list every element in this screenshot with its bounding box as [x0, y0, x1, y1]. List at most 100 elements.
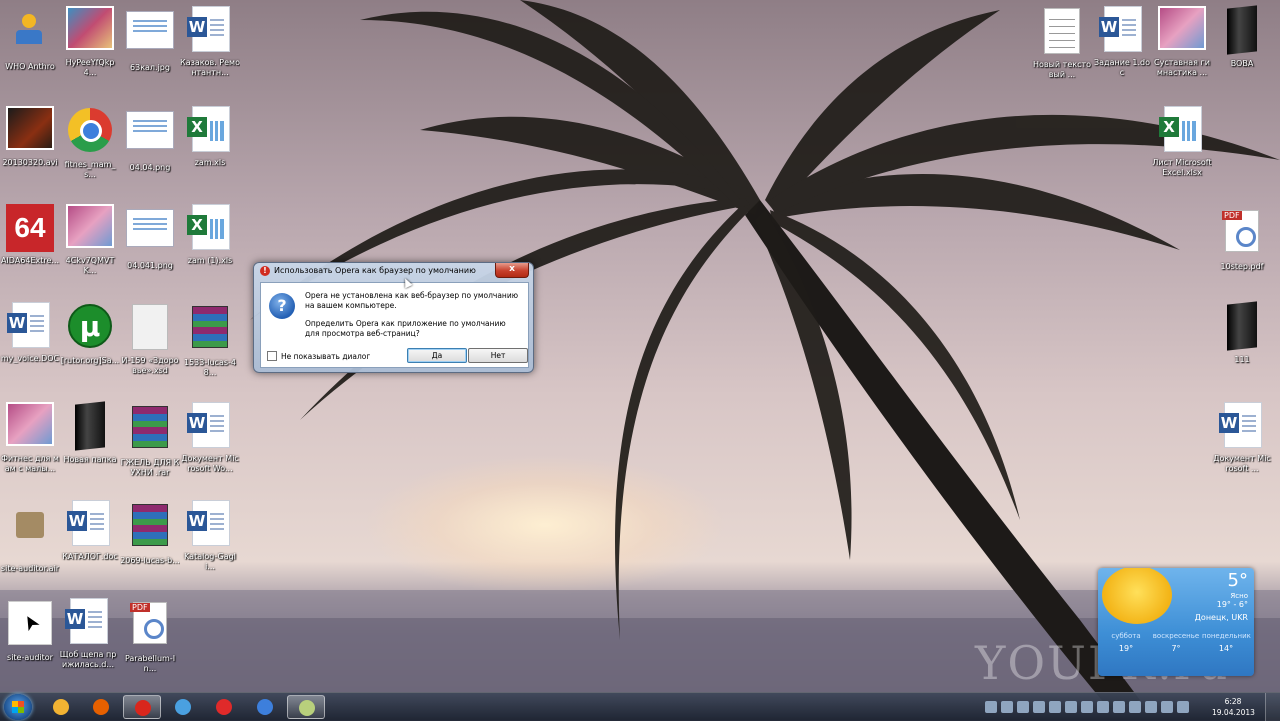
question-icon: ? — [269, 293, 295, 319]
desktop-icon-site-auditor-air[interactable]: site-auditor.air — [0, 500, 60, 574]
icon-label: WHO Anthro — [5, 62, 55, 71]
desktop-icon-katalog-gagli[interactable]: Katalog-Gagli... — [180, 500, 240, 572]
desktop-icon-zam-xls[interactable]: zam.xls — [180, 106, 240, 168]
tray-icon[interactable] — [1065, 701, 1077, 713]
desktop-icon-rutor[interactable]: µ [rutor.org]Sa... — [60, 302, 120, 366]
tray-icon[interactable] — [1001, 701, 1013, 713]
dialog-titlebar[interactable]: ! Использовать Opera как браузер по умол… — [254, 263, 533, 280]
dont-show-row[interactable]: Не показывать диалог — [267, 351, 370, 361]
tray-icon[interactable] — [1081, 701, 1093, 713]
desktop-icon-0404png[interactable]: 04.04.png — [120, 106, 180, 173]
desktop-icon-fitnes-chrome[interactable]: fitnes_mam_s... — [60, 106, 120, 180]
tray-icon[interactable] — [1017, 701, 1029, 713]
desktop-icon-doc-microsoft[interactable]: Документ Microsoft Wo... — [180, 402, 240, 474]
dont-show-label: Не показывать диалог — [281, 351, 371, 361]
desktop-icon-63kal[interactable]: 63кал.jpg — [120, 6, 180, 73]
taskbar-firefox[interactable] — [82, 695, 120, 719]
desktop-icon-aida64[interactable]: 64 AIDA64Extre... — [0, 204, 60, 266]
desktop-icon-lucas-2069[interactable]: 2069-lucas-b... — [120, 500, 180, 566]
start-button[interactable] — [4, 694, 32, 720]
desktop-icon-111[interactable]: 111 — [1212, 301, 1272, 365]
system-tray — [985, 697, 1205, 717]
icon-label: Документ Microsoft ... — [1213, 454, 1271, 473]
word-doc-icon — [187, 6, 230, 52]
tray-icon[interactable] — [985, 701, 997, 713]
excel-icon — [187, 204, 230, 250]
tray-icon[interactable] — [1129, 701, 1141, 713]
yandex-icon — [216, 699, 232, 715]
desktop-icon-kazakov[interactable]: Казаков. Ремонтантн... — [180, 6, 240, 78]
icon-label: zam.xls — [194, 158, 226, 167]
forecast-day-name: суббота — [1111, 632, 1141, 640]
icon-label: Казаков. Ремонтантн... — [180, 58, 240, 77]
desktop-icon-katalog-doc[interactable]: КАТАЛОГ.doc — [60, 500, 120, 562]
desktop-icon-04041png[interactable]: 04.041.png — [120, 204, 180, 271]
taskbar-opera[interactable] — [123, 695, 161, 719]
weather-temperature: 5° — [1227, 570, 1248, 591]
desktop-icon-boba[interactable]: BOBA — [1212, 5, 1272, 69]
taskbar-weather[interactable] — [164, 695, 202, 719]
tray-icon[interactable] — [1161, 701, 1173, 713]
weather-location: Донецк, UKR — [1194, 613, 1248, 622]
icon-label: HyPeeYfQkp4... — [65, 58, 115, 77]
icon-label: AIDA64Extre... — [0, 256, 60, 265]
icon-label: Новая папка — [63, 455, 117, 464]
close-button[interactable]: x — [495, 263, 529, 278]
weather-range: 19° - 6° — [1216, 600, 1248, 609]
desktop-icon-fitnes-mam[interactable]: Фитнес для мам с малы... — [0, 402, 60, 474]
show-desktop-button[interactable] — [1265, 693, 1280, 721]
desktop-icon-10step[interactable]: 10step.pdf — [1212, 206, 1272, 272]
desktop-icon-zadanie[interactable]: Задание 1.doc — [1092, 6, 1152, 78]
dont-show-checkbox[interactable] — [267, 351, 277, 361]
blank-file-icon — [132, 304, 168, 350]
desktop-icon-parabellum[interactable]: Parabellum-In... — [120, 598, 180, 674]
desktop-icon-gzhel[interactable]: ГЖЕЛЬ ДЛЯ КУХНИ .rar — [120, 402, 180, 478]
dark-folder-icon — [1227, 301, 1257, 351]
desktop-icon-photo-2[interactable]: 4Ckv7QMVTK... — [60, 204, 120, 276]
desktop-icon-who-anthro[interactable]: WHO Anthro — [0, 6, 60, 72]
word-doc-icon — [67, 500, 110, 546]
desktop-icon-zam1-xls[interactable]: zam (1).xls — [180, 204, 240, 266]
desktop-icon-site-auditor[interactable]: site-auditor — [0, 598, 60, 663]
taskbar-chrome[interactable] — [246, 695, 284, 719]
tray-icon[interactable] — [1049, 701, 1061, 713]
opera-icon — [135, 700, 151, 716]
desktop-icon-avi[interactable]: 20130320.avi — [0, 106, 60, 168]
desktop-icon-sustavnaya[interactable]: Суставная гимнастика ... — [1152, 6, 1212, 78]
taskbar-clock[interactable]: 6:28 19.04.2013 — [1212, 696, 1255, 718]
yes-button[interactable]: Да — [407, 348, 467, 363]
icon-label: 20130320.avi — [2, 158, 58, 167]
cursor-app-icon — [8, 601, 52, 645]
no-button[interactable]: Нет — [468, 348, 528, 363]
icon-label: Katalog-Gagli... — [184, 552, 236, 571]
icon-label: site-auditor — [7, 653, 53, 662]
chrome-icon — [68, 108, 112, 152]
desktop-icon-shchob[interactable]: Щоб щепа прижилась.d... — [58, 598, 118, 670]
dialog-message-1: Opera не установлена как веб-браузер по … — [305, 291, 519, 310]
clock-date: 19.04.2013 — [1212, 708, 1255, 717]
forecast-temp: 19° — [1118, 644, 1134, 653]
icon-label: 111 — [1234, 355, 1250, 364]
desktop-icon-i159[interactable]: И-159 «Здоровье».xsd — [120, 302, 180, 376]
taskbar-yandex[interactable] — [205, 695, 243, 719]
weather-gadget[interactable]: 5° Ясно 19° - 6° Донецк, UKR суббота 19°… — [1098, 568, 1254, 676]
desktop-icon-excel-list[interactable]: Лист Microsoft Excel.xlsx — [1152, 106, 1212, 178]
weather-icon — [175, 699, 191, 715]
tray-icon[interactable] — [1113, 701, 1125, 713]
taskbar-explorer[interactable] — [42, 695, 80, 719]
desktop-icon-lucas-1533[interactable]: 1533-lucas-48... — [180, 302, 240, 378]
icon-label: 63кал.jpg — [130, 63, 170, 72]
desktop-icon-new-text[interactable]: Новый текстовый ... — [1032, 6, 1092, 80]
desktop-icon-my-voice[interactable]: my_voice.DOC — [0, 302, 60, 364]
winrar-icon — [132, 406, 168, 448]
desktop-icon-photo-1[interactable]: HyPeeYfQkp4... — [60, 6, 120, 78]
taskbar-file[interactable] — [287, 695, 325, 719]
tray-icon[interactable] — [1177, 701, 1189, 713]
icon-label: 2069-lucas-b... — [120, 556, 180, 565]
desktop-icon-doc-microsoft-right[interactable]: Документ Microsoft ... — [1212, 402, 1272, 474]
tray-icon[interactable] — [1097, 701, 1109, 713]
desktop-icon-new-folder[interactable]: Новая папка — [60, 401, 120, 465]
chrome-icon — [257, 699, 273, 715]
tray-icon[interactable] — [1145, 701, 1157, 713]
tray-icon[interactable] — [1033, 701, 1045, 713]
